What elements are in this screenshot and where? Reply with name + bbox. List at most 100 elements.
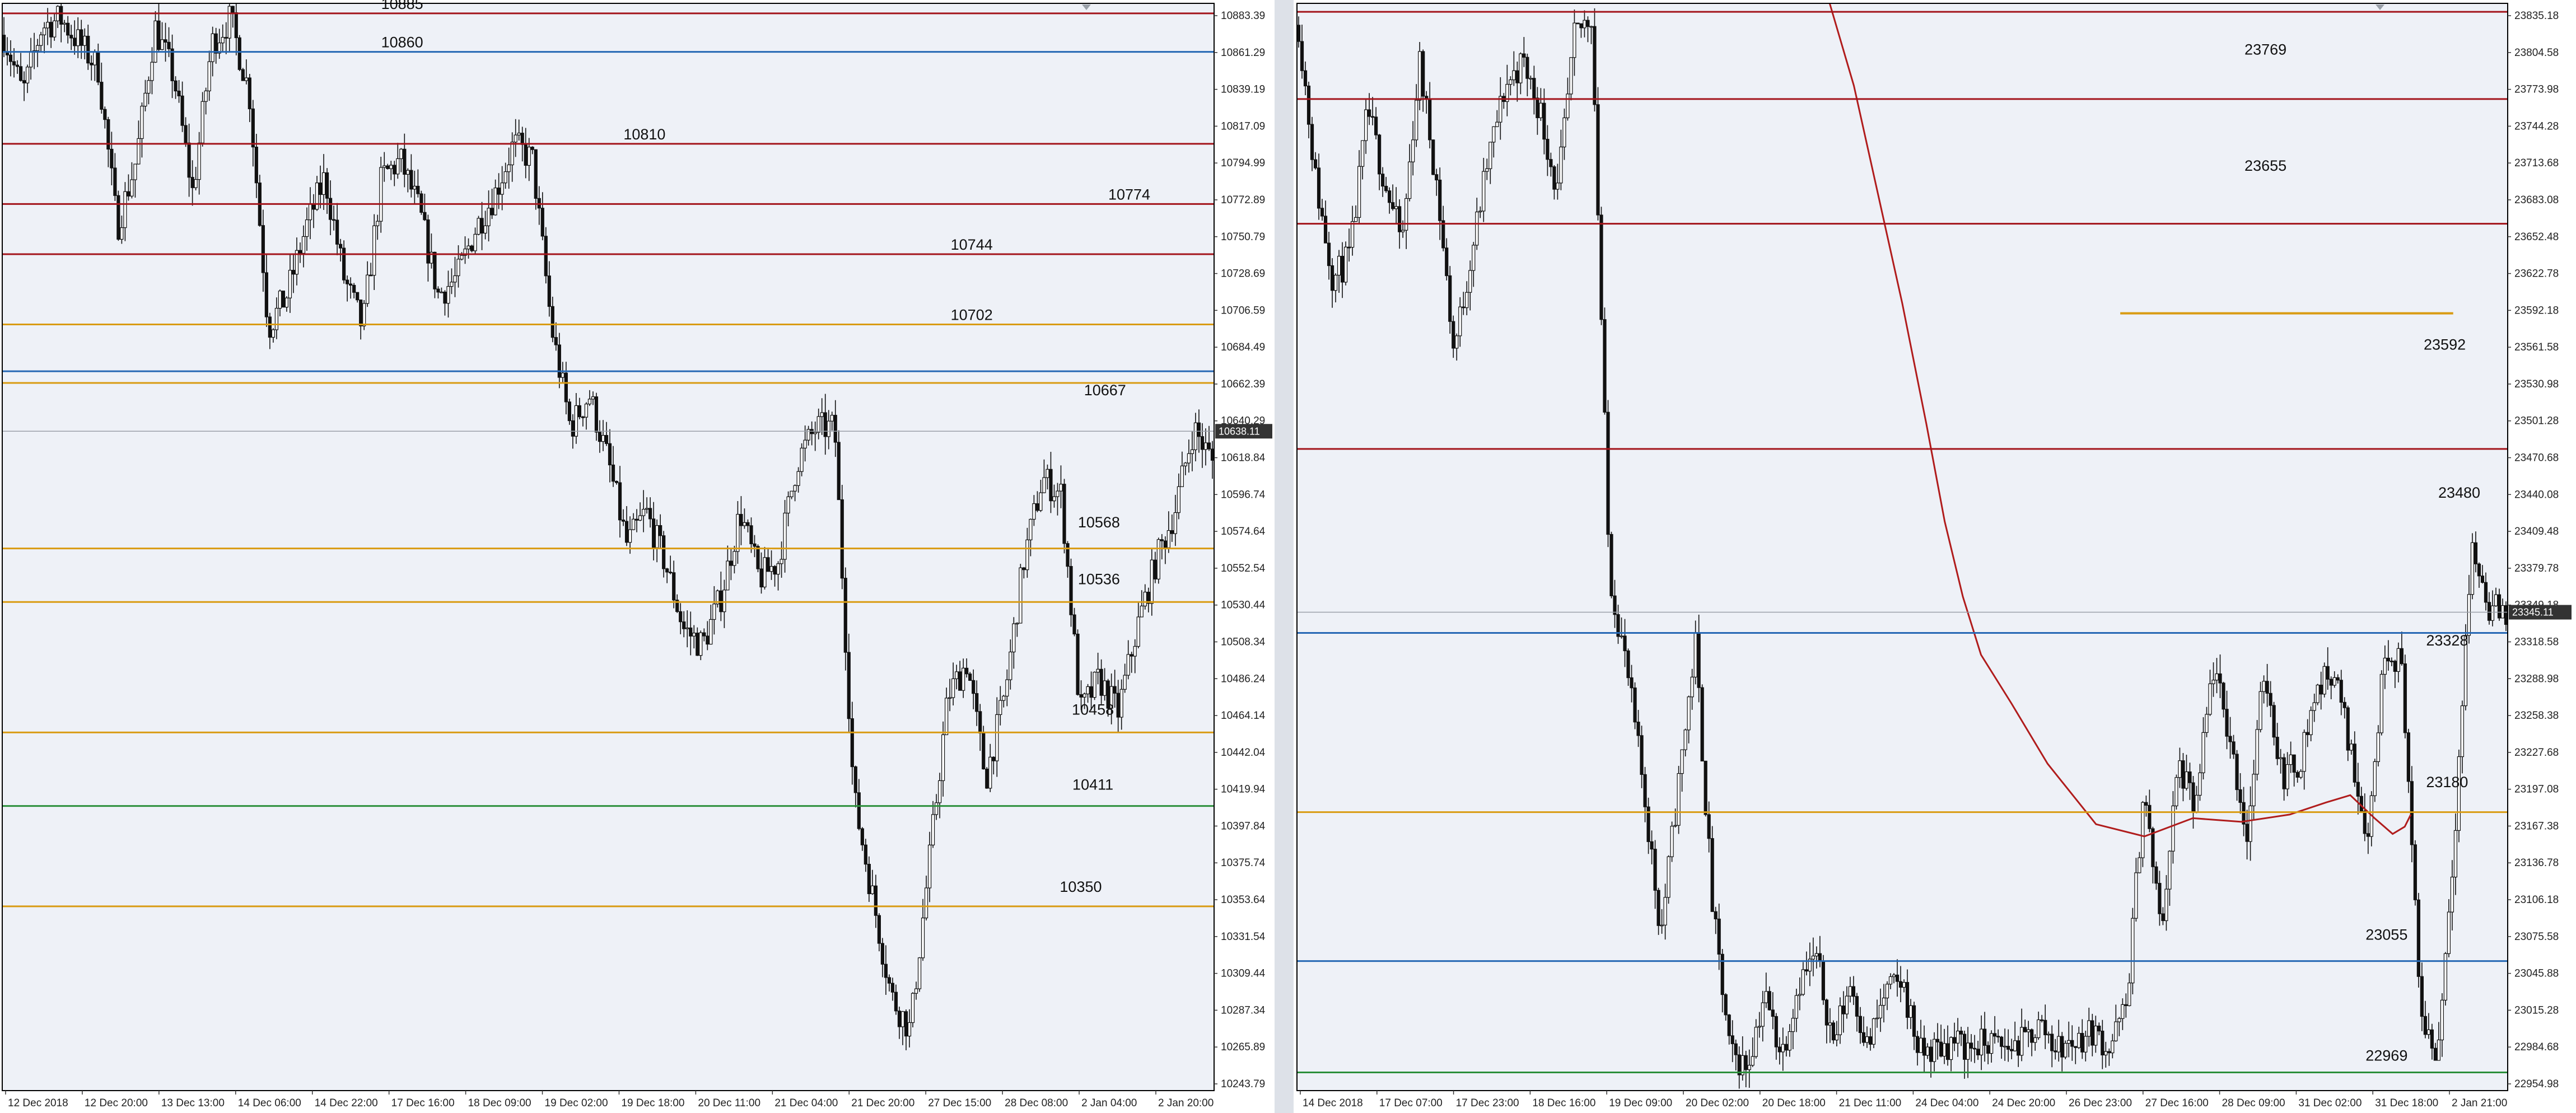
y-tick-label: 23136.78 <box>2514 857 2559 869</box>
x-tick-label: 17 Dec 23:00 <box>1456 1097 1519 1109</box>
level-label: 10885 <box>381 0 423 12</box>
x-tick-label: 24 Dec 04:00 <box>1915 1097 1978 1109</box>
level-label: 10702 <box>951 306 993 323</box>
x-tick-label: 14 Dec 06:00 <box>238 1097 301 1109</box>
y-tick-label: 23167.38 <box>2514 820 2559 832</box>
level-label: 10568 <box>1078 514 1120 531</box>
candle <box>567 399 571 425</box>
y-tick-label: 10552.54 <box>1221 563 1266 574</box>
y-tick-label: 10397.84 <box>1221 820 1266 832</box>
level-label: 10536 <box>1078 570 1120 587</box>
candle <box>1633 682 1637 729</box>
panel-divider[interactable] <box>1275 0 1294 1113</box>
y-tick-label: 10839.19 <box>1221 84 1265 96</box>
y-tick-label: 10706.59 <box>1221 305 1265 316</box>
level-label: 10860 <box>381 34 423 51</box>
dual-chart-screenshot: 10885 10860 10810 10774 10744 10702 10667 10568… <box>0 0 2576 1113</box>
y-tick-label: 23106.18 <box>2514 894 2559 906</box>
candle <box>2316 684 2320 705</box>
candle <box>2131 908 2135 994</box>
candle <box>1677 765 1681 834</box>
candle <box>477 216 480 236</box>
y-tick-label: 23470.68 <box>2514 452 2559 464</box>
y-tick-label: 10508.34 <box>1221 636 1266 648</box>
candle <box>2373 759 2377 802</box>
candle <box>1596 87 1600 221</box>
candle <box>1343 241 1348 286</box>
x-tick-label: 18 Dec 16:00 <box>1532 1097 1595 1109</box>
left-chart-panel[interactable]: 10885 10860 10810 10774 10744 10702 10667 10568… <box>2 0 1275 1113</box>
level-label: 23655 <box>2244 157 2286 174</box>
candle <box>241 68 245 81</box>
y-tick-label: 23561.58 <box>2514 342 2559 353</box>
candle <box>2457 749 2461 843</box>
y-tick-label: 10243.79 <box>1221 1078 1265 1090</box>
level-label: 10350 <box>1060 878 1102 895</box>
candle <box>281 291 286 308</box>
candle <box>2416 892 2420 988</box>
current-price-label: 23345.11 <box>2512 607 2554 618</box>
candle <box>2141 801 2145 867</box>
candle <box>1609 531 1613 598</box>
x-tick-label: 27 Dec 15:00 <box>928 1097 991 1109</box>
y-tick-label: 10684.49 <box>1221 342 1265 353</box>
candle <box>419 190 423 215</box>
y-tick-label: 10442.04 <box>1221 747 1266 759</box>
level-label: 10411 <box>1072 777 1113 793</box>
x-tick-label: 2 Jan 04:00 <box>1081 1097 1137 1109</box>
x-tick-label: 21 Dec 11:00 <box>1839 1097 1902 1109</box>
level-label: 23328 <box>2426 632 2468 649</box>
level-label: 23480 <box>2438 484 2480 501</box>
y-tick-label: 23501.28 <box>2514 415 2559 427</box>
level-label: 10744 <box>951 236 993 253</box>
y-tick-label: 10750.79 <box>1221 231 1265 243</box>
candle <box>2403 654 2407 738</box>
y-tick-label: 10574.64 <box>1221 526 1266 537</box>
plot-area[interactable] <box>1297 3 2508 1091</box>
y-tick-label: 23622.78 <box>2514 268 2559 280</box>
y-tick-label: 23530.98 <box>2514 378 2559 390</box>
level-label: 23055 <box>2365 926 2407 943</box>
y-tick-label: 10486.24 <box>1221 673 1266 685</box>
candle <box>2443 952 2447 1006</box>
y-tick-label: 23713.68 <box>2514 157 2559 169</box>
y-tick-label: 23258.38 <box>2514 710 2559 722</box>
candle <box>2322 662 2326 698</box>
x-tick-label: 21 Dec 04:00 <box>774 1097 838 1109</box>
y-tick-label: 10728.69 <box>1221 268 1265 280</box>
y-tick-label: 10331.54 <box>1221 931 1266 943</box>
x-tick-label: 21 Dec 20:00 <box>851 1097 914 1109</box>
x-tick-label: 14 Dec 22:00 <box>315 1097 378 1109</box>
candle <box>1418 42 1422 110</box>
x-tick-label: 12 Dec 2018 <box>8 1097 68 1109</box>
y-tick-label: 23804.58 <box>2514 47 2559 59</box>
y-tick-label: 10618.84 <box>1221 452 1266 464</box>
segment-label: 23592 <box>2424 336 2466 353</box>
candle <box>1704 760 1707 817</box>
candle <box>1062 479 1066 554</box>
y-tick-label: 10817.09 <box>1221 120 1265 132</box>
candle <box>911 992 915 1028</box>
right-chart-panel[interactable]: 23769 23655 23480 23328 23180 23055 22969 23592… <box>1296 0 2574 1113</box>
y-tick-label: 10861.29 <box>1221 47 1265 59</box>
y-tick-label: 23592.18 <box>2514 305 2559 316</box>
x-tick-label: 19 Dec 09:00 <box>1609 1097 1672 1109</box>
y-tick-label: 23744.28 <box>2514 120 2559 132</box>
y-tick-label: 10530.44 <box>1221 600 1266 611</box>
y-tick-label: 10662.39 <box>1221 378 1265 390</box>
x-tick-label: 27 Dec 16:00 <box>2145 1097 2209 1109</box>
candle <box>1700 684 1704 762</box>
candle <box>1076 629 1080 696</box>
candle <box>1156 537 1160 584</box>
level-label: 23180 <box>2426 774 2468 791</box>
candle <box>2379 670 2383 736</box>
y-tick-label: 22984.68 <box>2514 1041 2559 1053</box>
plot-area[interactable] <box>2 3 1214 1091</box>
x-tick-label: 31 Dec 02:00 <box>2298 1097 2362 1109</box>
x-tick-label: 20 Dec 11:00 <box>698 1097 760 1109</box>
level-label: 22969 <box>2365 1047 2407 1064</box>
candle <box>1710 826 1714 912</box>
y-tick-label: 23197.08 <box>2514 784 2559 796</box>
x-tick-label: 28 Dec 08:00 <box>1005 1097 1068 1109</box>
y-tick-label: 10596.74 <box>1221 489 1266 501</box>
